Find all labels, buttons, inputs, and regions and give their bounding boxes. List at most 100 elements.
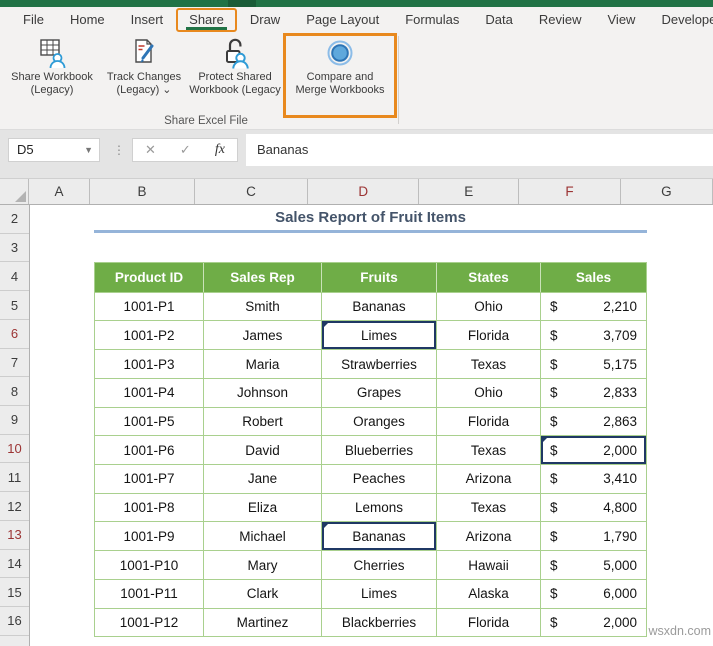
- cell-sales[interactable]: $3,709: [541, 320, 646, 349]
- tab-developer[interactable]: Developer: [648, 7, 713, 33]
- row-header-7[interactable]: 7: [0, 349, 29, 378]
- row-header-8[interactable]: 8: [0, 377, 29, 406]
- cell-state[interactable]: Texas: [437, 493, 541, 522]
- cell-sales-rep[interactable]: Johnson: [204, 378, 322, 407]
- cancel-icon[interactable]: ✕: [145, 142, 156, 158]
- protect-shared-workbook-button[interactable]: Protect Shared Workbook (Legacy: [184, 37, 286, 97]
- cell-state[interactable]: Florida: [437, 407, 541, 436]
- row-header-11[interactable]: 11: [0, 463, 29, 492]
- column-header-f[interactable]: F: [519, 179, 621, 204]
- formula-input[interactable]: Bananas: [246, 134, 713, 166]
- cell-fruit[interactable]: Cherries: [322, 550, 437, 579]
- cell-sales[interactable]: $5,175: [541, 349, 646, 378]
- cell-fruit[interactable]: Bananas: [322, 292, 437, 321]
- cell-state[interactable]: Alaska: [437, 579, 541, 608]
- compare-and-merge-workbooks-button[interactable]: Compare and Merge Workbooks: [288, 37, 392, 97]
- cell-product-id[interactable]: 1001-P3: [95, 349, 204, 378]
- cell-product-id[interactable]: 1001-P6: [95, 435, 204, 464]
- row-header-4[interactable]: 4: [0, 262, 29, 291]
- cell-product-id[interactable]: 1001-P7: [95, 464, 204, 493]
- cell-fruit[interactable]: Blueberries: [322, 435, 437, 464]
- cell-sales-rep[interactable]: Smith: [204, 292, 322, 321]
- tab-draw[interactable]: Draw: [237, 7, 293, 33]
- cell-product-id[interactable]: 1001-P9: [95, 521, 204, 550]
- cell-state[interactable]: Ohio: [437, 292, 541, 321]
- tab-insert[interactable]: Insert: [118, 7, 177, 33]
- table-header-states[interactable]: States: [437, 263, 541, 292]
- table-header-product-id[interactable]: Product ID: [95, 263, 204, 292]
- cell-product-id[interactable]: 1001-P11: [95, 579, 204, 608]
- cell-product-id[interactable]: 1001-P10: [95, 550, 204, 579]
- cell-sales[interactable]: $6,000: [541, 579, 646, 608]
- cell-sales[interactable]: $2,863: [541, 407, 646, 436]
- cell-sales-rep[interactable]: Maria: [204, 349, 322, 378]
- row-header-3[interactable]: 3: [0, 234, 29, 263]
- cell-state[interactable]: Florida: [437, 320, 541, 349]
- name-box[interactable]: D5 ▼: [8, 138, 100, 162]
- row-header-14[interactable]: 14: [0, 550, 29, 579]
- cell-fruit[interactable]: Grapes: [322, 378, 437, 407]
- cell-sales[interactable]: $3,410: [541, 464, 646, 493]
- insert-function-icon[interactable]: fx: [215, 142, 225, 158]
- column-header-a[interactable]: A: [29, 179, 90, 204]
- table-header-sales-rep[interactable]: Sales Rep: [204, 263, 322, 292]
- track-changes-button[interactable]: Track Changes (Legacy) ⌄: [96, 37, 192, 97]
- cell-state[interactable]: Arizona: [437, 464, 541, 493]
- cell-state[interactable]: Ohio: [437, 378, 541, 407]
- cell-state[interactable]: Texas: [437, 349, 541, 378]
- row-header-6[interactable]: 6: [0, 320, 29, 349]
- cell-sales-rep[interactable]: Michael: [204, 521, 322, 550]
- cell-sales-rep[interactable]: James: [204, 320, 322, 349]
- cell-product-id[interactable]: 1001-P2: [95, 320, 204, 349]
- cell-state[interactable]: Arizona: [437, 521, 541, 550]
- cell-sales-rep[interactable]: Clark: [204, 579, 322, 608]
- cell-state[interactable]: Texas: [437, 435, 541, 464]
- row-header-5[interactable]: 5: [0, 291, 29, 320]
- cell-sales-rep[interactable]: Martinez: [204, 608, 322, 637]
- cell-product-id[interactable]: 1001-P5: [95, 407, 204, 436]
- row-header-2[interactable]: 2: [0, 205, 29, 234]
- row-header-15[interactable]: 15: [0, 578, 29, 607]
- select-all-corner[interactable]: [0, 179, 29, 204]
- cell-sales[interactable]: $2,000: [541, 608, 646, 637]
- cell-sales[interactable]: $2,833: [541, 378, 646, 407]
- cell-fruit[interactable]: Bananas: [322, 521, 437, 550]
- tab-page-layout[interactable]: Page Layout: [293, 7, 392, 33]
- cell-product-id[interactable]: 1001-P1: [95, 292, 204, 321]
- cell-sales[interactable]: $2,000: [541, 435, 646, 464]
- cell-sales[interactable]: $4,800: [541, 493, 646, 522]
- column-header-e[interactable]: E: [419, 179, 519, 204]
- cell-product-id[interactable]: 1001-P8: [95, 493, 204, 522]
- sheet-title-cell[interactable]: Sales Report of Fruit Items: [94, 205, 647, 233]
- cell-product-id[interactable]: 1001-P4: [95, 378, 204, 407]
- row-header-10[interactable]: 10: [0, 435, 29, 464]
- tab-home[interactable]: Home: [57, 7, 118, 33]
- cell-sales-rep[interactable]: Eliza: [204, 493, 322, 522]
- cell-sales[interactable]: $5,000: [541, 550, 646, 579]
- cell-sales-rep[interactable]: Robert: [204, 407, 322, 436]
- cell-fruit[interactable]: Strawberries: [322, 349, 437, 378]
- cell-state[interactable]: Florida: [437, 608, 541, 637]
- cell-sales-rep[interactable]: David: [204, 435, 322, 464]
- table-header-sales[interactable]: Sales: [541, 263, 646, 292]
- tab-review[interactable]: Review: [526, 7, 595, 33]
- cell-fruit[interactable]: Limes: [322, 579, 437, 608]
- cell-fruit[interactable]: Oranges: [322, 407, 437, 436]
- cell-product-id[interactable]: 1001-P12: [95, 608, 204, 637]
- cell-state[interactable]: Hawaii: [437, 550, 541, 579]
- row-header-13[interactable]: 13: [0, 521, 29, 550]
- name-box-dropdown-icon[interactable]: ▼: [84, 139, 93, 161]
- cell-sales-rep[interactable]: Mary: [204, 550, 322, 579]
- table-header-fruits[interactable]: Fruits: [322, 263, 437, 292]
- row-header-9[interactable]: 9: [0, 406, 29, 435]
- cell-sales[interactable]: $1,790: [541, 521, 646, 550]
- column-header-d[interactable]: D: [308, 179, 419, 204]
- cell-fruit[interactable]: Peaches: [322, 464, 437, 493]
- share-workbook-button[interactable]: Share Workbook (Legacy): [2, 37, 102, 97]
- tab-view[interactable]: View: [595, 7, 649, 33]
- column-header-b[interactable]: B: [90, 179, 195, 204]
- cell-fruit[interactable]: Lemons: [322, 493, 437, 522]
- tab-formulas[interactable]: Formulas: [392, 7, 472, 33]
- tab-file[interactable]: File: [10, 7, 57, 33]
- cell-fruit[interactable]: Limes: [322, 320, 437, 349]
